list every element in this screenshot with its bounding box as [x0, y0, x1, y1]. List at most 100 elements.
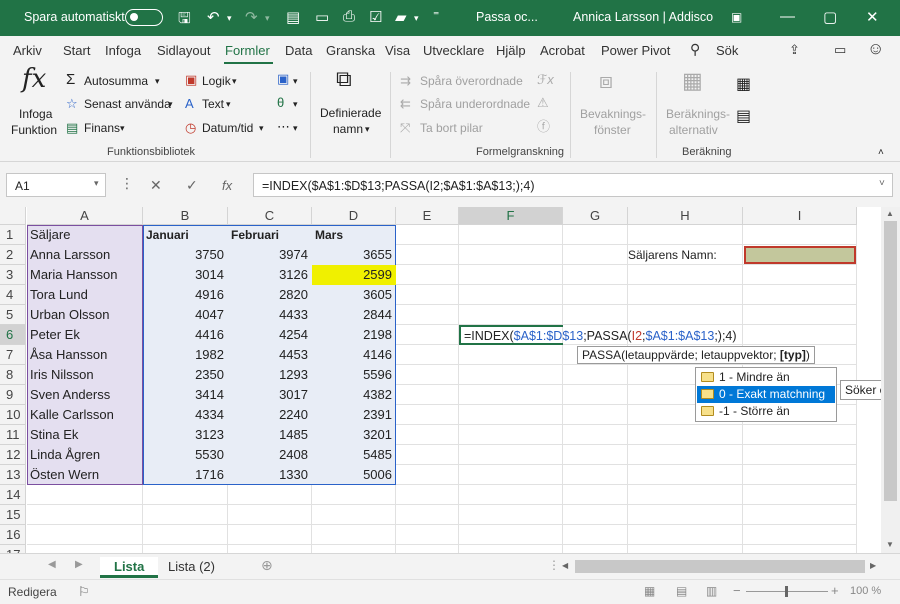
- grid-cell[interactable]: [396, 285, 459, 305]
- grid-cell[interactable]: [312, 525, 396, 545]
- dropdown-option[interactable]: 0 - Exakt matchning: [697, 386, 835, 403]
- grid-cell[interactable]: [628, 285, 743, 305]
- scroll-up-icon[interactable]: ▲: [886, 209, 894, 218]
- zoom-level[interactable]: 100 %: [850, 585, 881, 597]
- row-header[interactable]: 15: [0, 505, 26, 525]
- maximize-icon[interactable]: ▢: [823, 8, 837, 26]
- column-header[interactable]: B: [143, 207, 228, 225]
- grid-cell[interactable]: [27, 505, 143, 525]
- header-cell[interactable]: Februari: [228, 225, 312, 245]
- defined-names-label-2[interactable]: namn: [333, 122, 363, 136]
- column-header[interactable]: D: [312, 207, 396, 225]
- next-sheet-icon[interactable]: ▶: [75, 559, 83, 570]
- grid-cell[interactable]: [27, 525, 143, 545]
- grid-cell[interactable]: [459, 425, 563, 445]
- sales-value-cell[interactable]: 2240: [228, 405, 312, 425]
- seller-name-cell[interactable]: Tora Lund: [27, 285, 143, 305]
- zoom-in-icon[interactable]: +: [831, 583, 839, 598]
- grid-cell[interactable]: [459, 225, 563, 245]
- seller-name-cell[interactable]: Peter Ek: [27, 325, 143, 345]
- prev-sheet-icon[interactable]: ◀: [48, 559, 56, 570]
- insert-function-label-1[interactable]: Infoga: [19, 107, 52, 121]
- grid-cell[interactable]: [628, 525, 743, 545]
- column-header[interactable]: H: [628, 207, 743, 225]
- zoom-out-icon[interactable]: −: [733, 583, 741, 598]
- grid-cell[interactable]: [743, 225, 857, 245]
- finance-button[interactable]: Finans: [84, 121, 120, 135]
- sales-value-cell[interactable]: 3017: [228, 385, 312, 405]
- customize-qat-icon[interactable]: ⁼: [433, 8, 439, 22]
- grid-cell[interactable]: [563, 465, 628, 485]
- grid-cell[interactable]: [459, 345, 563, 365]
- tab-acrobat[interactable]: Acrobat: [540, 43, 585, 58]
- seller-name-cell[interactable]: Sven Anderss: [27, 385, 143, 405]
- normal-view-icon[interactable]: ▦: [644, 584, 655, 598]
- grid-cell[interactable]: [459, 245, 563, 265]
- user-name[interactable]: Annica Larsson | Addisco: [573, 10, 713, 24]
- cancel-icon[interactable]: ✕: [150, 177, 162, 194]
- grid-cell[interactable]: [743, 265, 857, 285]
- autosave-toggle[interactable]: [125, 9, 163, 26]
- header-cell[interactable]: Säljare: [27, 225, 143, 245]
- finance-dropdown-icon[interactable]: ▾: [120, 121, 125, 135]
- grid-cell[interactable]: [459, 365, 563, 385]
- sales-value-cell[interactable]: 4916: [143, 285, 228, 305]
- grid-cell[interactable]: [628, 265, 743, 285]
- accessibility-icon[interactable]: ⚐: [78, 584, 90, 600]
- grid-cell[interactable]: [563, 485, 628, 505]
- hscroll-left-icon[interactable]: ◀: [562, 561, 568, 570]
- grid-cell[interactable]: [27, 485, 143, 505]
- grid-cell[interactable]: [563, 445, 628, 465]
- sales-value-cell[interactable]: 3750: [143, 245, 228, 265]
- sales-value-cell[interactable]: 4453: [228, 345, 312, 365]
- sales-value-cell[interactable]: 3201: [312, 425, 396, 445]
- sales-value-cell[interactable]: 3014: [143, 265, 228, 285]
- page-layout-icon[interactable]: ▤: [676, 584, 687, 598]
- sales-value-cell[interactable]: 1485: [228, 425, 312, 445]
- formula-input[interactable]: =INDEX($A$1:$D$13;PASSA(I2;$A$1:$A$13;);…: [253, 173, 893, 197]
- tooltip-bold-arg[interactable]: [typ]: [780, 348, 806, 362]
- comments-icon[interactable]: ▭: [834, 42, 846, 58]
- grid-cell[interactable]: [563, 425, 628, 445]
- sales-value-cell[interactable]: 5596: [312, 365, 396, 385]
- autosum-button[interactable]: Autosumma: [84, 74, 148, 88]
- sales-value-cell[interactable]: 5530: [143, 445, 228, 465]
- tab-formler[interactable]: Formler: [225, 43, 270, 58]
- row-header[interactable]: 12: [0, 445, 26, 465]
- grid-cell[interactable]: [143, 525, 228, 545]
- close-icon[interactable]: ✕: [866, 8, 879, 26]
- select-all-corner[interactable]: [0, 207, 26, 225]
- sales-value-cell[interactable]: 5485: [312, 445, 396, 465]
- grid-cell[interactable]: [628, 545, 743, 553]
- seller-name-cell[interactable]: Linda Ågren: [27, 445, 143, 465]
- collapse-ribbon-icon[interactable]: ˄: [878, 146, 884, 160]
- tab-infoga[interactable]: Infoga: [105, 43, 141, 58]
- logic-icon[interactable]: ▣: [185, 73, 197, 87]
- grid-cell[interactable]: [563, 525, 628, 545]
- undo-dropdown-icon[interactable]: ▾: [227, 13, 232, 24]
- grid-cell[interactable]: [628, 505, 743, 525]
- grid-cell[interactable]: [396, 225, 459, 245]
- math-dropdown-icon[interactable]: ▾: [293, 97, 298, 111]
- row-header[interactable]: 10: [0, 405, 26, 425]
- page-break-icon[interactable]: ▥: [706, 584, 717, 598]
- seller-name-cell[interactable]: Iris Nilsson: [27, 365, 143, 385]
- grid-cell[interactable]: [743, 445, 857, 465]
- grid-cell[interactable]: [563, 245, 628, 265]
- sales-value-cell[interactable]: 1716: [143, 465, 228, 485]
- name-manager-icon[interactable]: ⧉: [336, 68, 352, 90]
- grid-cell[interactable]: [312, 505, 396, 525]
- row-header[interactable]: 7: [0, 345, 26, 365]
- sales-value-cell[interactable]: 1293: [228, 365, 312, 385]
- grid-cell[interactable]: [396, 345, 459, 365]
- sales-value-cell[interactable]: 4433: [228, 305, 312, 325]
- grid-cell[interactable]: [743, 285, 857, 305]
- grid-cell[interactable]: [27, 545, 143, 553]
- grid-cell[interactable]: [312, 485, 396, 505]
- grid-cell[interactable]: [743, 505, 857, 525]
- sales-value-cell[interactable]: 4146: [312, 345, 396, 365]
- grid-cell[interactable]: [396, 445, 459, 465]
- grid-cell[interactable]: [228, 545, 312, 553]
- grid-cell[interactable]: [143, 505, 228, 525]
- insert-function-small-icon[interactable]: fx: [222, 178, 232, 193]
